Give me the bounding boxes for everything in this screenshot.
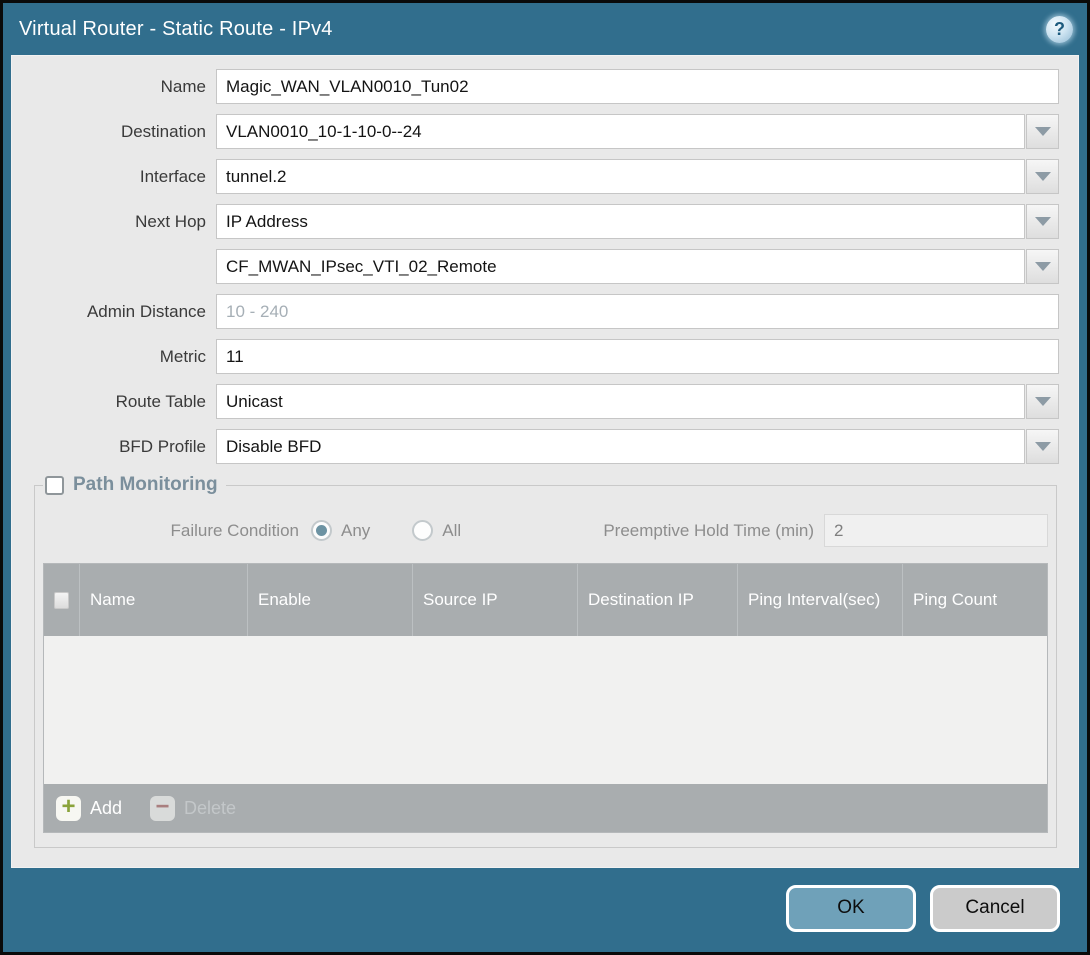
table-header-select [44,564,80,636]
metric-label: Metric [16,347,216,367]
preemptive-hold-time-group: Preemptive Hold Time (min) [603,514,1048,547]
table-footer: + Add − Delete [44,784,1047,832]
dialog-content: Name Destination Interface [11,55,1079,868]
failure-condition-label: Failure Condition [43,521,311,541]
cancel-button[interactable]: Cancel [930,885,1060,932]
table-header-destination-ip[interactable]: Destination IP [578,564,738,636]
next-hop-address-row [16,249,1059,284]
delete-button[interactable]: − Delete [150,796,236,821]
interface-label: Interface [16,167,216,187]
static-route-dialog: Virtual Router - Static Route - IPv4 ? N… [0,0,1090,955]
radio-option-all[interactable]: All [412,520,461,541]
route-table-dropdown-button[interactable] [1026,384,1059,419]
delete-button-label: Delete [184,798,236,819]
route-table-row: Route Table [16,384,1059,419]
destination-input[interactable] [216,114,1025,149]
select-all-checkbox[interactable] [54,592,69,609]
radio-selected-icon [311,520,332,541]
table-header-ping-count[interactable]: Ping Count [903,564,1047,636]
plus-icon: + [56,796,81,821]
titlebar: Virtual Router - Static Route - IPv4 ? [3,3,1087,55]
route-table-label: Route Table [16,392,216,412]
radio-all-label: All [442,521,461,541]
destination-dropdown-button[interactable] [1026,114,1059,149]
path-monitoring-table: Name Enable Source IP Destination IP Pin… [43,563,1048,833]
interface-row: Interface [16,159,1059,194]
metric-row: Metric [16,339,1059,374]
radio-any-label: Any [341,521,370,541]
destination-label: Destination [16,122,216,142]
interface-input[interactable] [216,159,1025,194]
bfd-profile-dropdown-button[interactable] [1026,429,1059,464]
minus-icon: − [150,796,175,821]
chevron-down-icon [1035,397,1051,406]
chevron-down-icon [1035,262,1051,271]
bfd-profile-input[interactable] [216,429,1025,464]
table-header-enable[interactable]: Enable [248,564,413,636]
preemptive-hold-time-label: Preemptive Hold Time (min) [603,521,824,541]
route-table-input[interactable] [216,384,1025,419]
table-header-ping-interval[interactable]: Ping Interval(sec) [738,564,903,636]
radio-unselected-icon [412,520,433,541]
bfd-profile-row: BFD Profile [16,429,1059,464]
next-hop-address-input[interactable] [216,249,1025,284]
table-header-source-ip[interactable]: Source IP [413,564,578,636]
table-body-empty [44,636,1047,784]
preemptive-hold-time-input[interactable] [824,514,1048,547]
admin-distance-input[interactable] [216,294,1059,329]
name-row: Name [16,69,1059,104]
chevron-down-icon [1035,127,1051,136]
bfd-profile-label: BFD Profile [16,437,216,457]
ok-button[interactable]: OK [786,885,916,932]
path-monitoring-legend: Path Monitoring [43,474,226,496]
chevron-down-icon [1035,217,1051,226]
path-monitoring-section: Path Monitoring Failure Condition Any Al… [34,474,1057,848]
next-hop-dropdown-button[interactable] [1026,204,1059,239]
next-hop-row: Next Hop [16,204,1059,239]
dialog-title: Virtual Router - Static Route - IPv4 [19,18,333,41]
next-hop-type-input[interactable] [216,204,1025,239]
help-icon[interactable]: ? [1046,16,1073,43]
name-label: Name [16,77,216,97]
destination-row: Destination [16,114,1059,149]
add-button-label: Add [90,798,122,819]
metric-input[interactable] [216,339,1059,374]
table-header-row: Name Enable Source IP Destination IP Pin… [44,564,1047,636]
dialog-footer: OK Cancel [3,868,1087,952]
table-header-name[interactable]: Name [80,564,248,636]
name-input[interactable] [216,69,1059,104]
next-hop-address-dropdown-button[interactable] [1026,249,1059,284]
admin-distance-row: Admin Distance [16,294,1059,329]
next-hop-label: Next Hop [16,212,216,232]
admin-distance-label: Admin Distance [16,302,216,322]
chevron-down-icon [1035,172,1051,181]
failure-condition-row: Failure Condition Any All Preemptive Hol… [43,514,1048,547]
add-button[interactable]: + Add [56,796,122,821]
radio-option-any[interactable]: Any [311,520,370,541]
failure-condition-radio-group: Any All [311,520,461,541]
chevron-down-icon [1035,442,1051,451]
interface-dropdown-button[interactable] [1026,159,1059,194]
path-monitoring-checkbox[interactable] [45,476,64,495]
path-monitoring-title: Path Monitoring [73,474,218,496]
